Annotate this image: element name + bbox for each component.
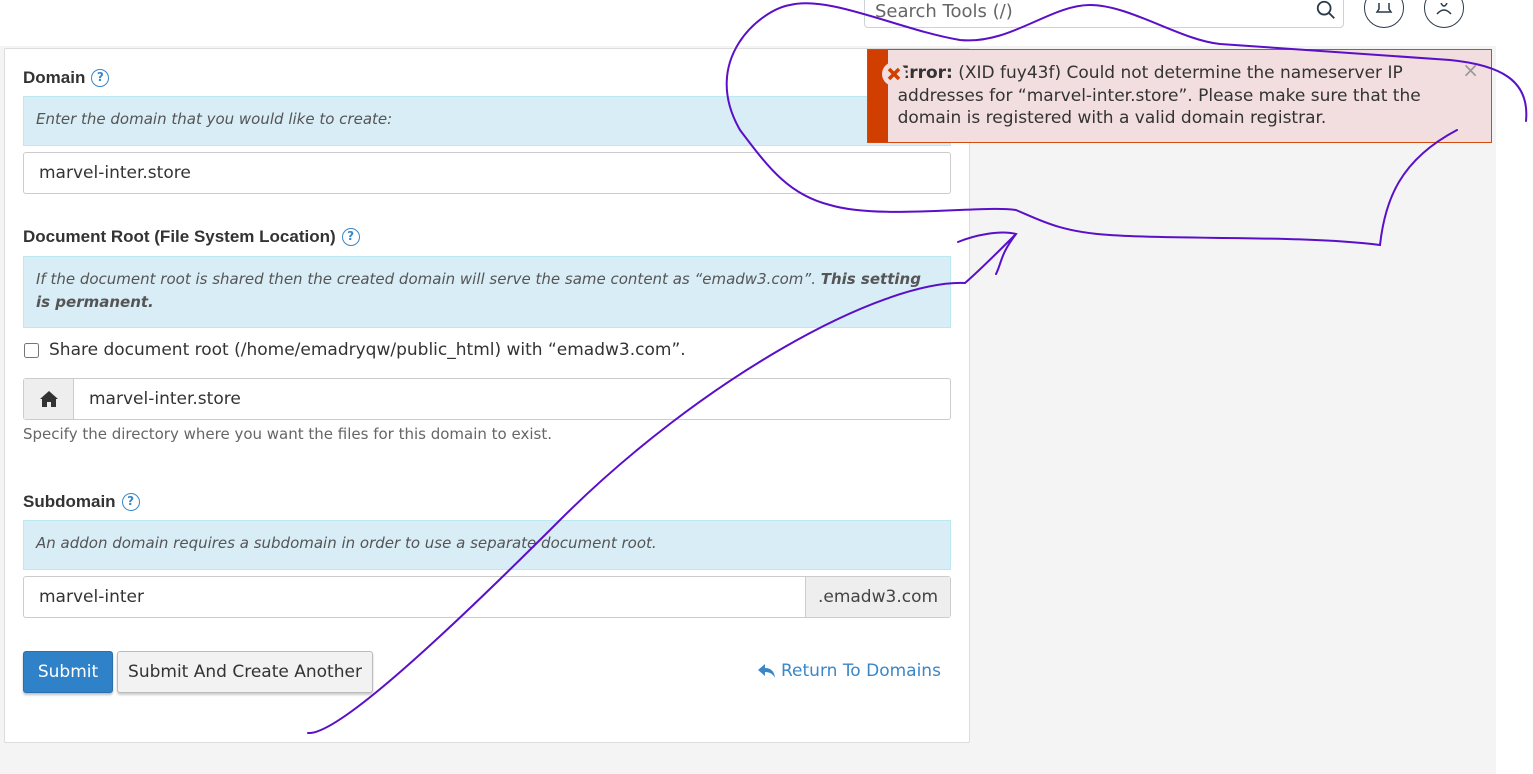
search-box[interactable] <box>864 0 1344 28</box>
domain-info-text: Enter the domain that you would like to … <box>36 110 393 128</box>
share-docroot-label: Share document root (/home/emadryqw/publ… <box>49 340 686 360</box>
share-docroot-row[interactable]: Share document root (/home/emadryqw/publ… <box>23 340 686 360</box>
docroot-info-text: If the document root is shared then the … <box>36 270 821 288</box>
error-message: Error: (XID fuy43f) Could not determine … <box>888 50 1491 142</box>
submit-button[interactable]: Submit <box>23 651 113 693</box>
domain-label: Domain ? <box>23 68 110 88</box>
subdomain-info-box: An addon domain requires a subdomain in … <box>23 520 951 570</box>
home-icon <box>39 391 58 407</box>
docroot-info-box: If the document root is shared then the … <box>23 256 951 328</box>
error-body: (XID fuy43f) Could not determine the nam… <box>897 63 1421 128</box>
reply-arrow-icon <box>758 664 775 678</box>
subdomain-input-group: .emadw3.com <box>23 576 951 618</box>
submit-and-create-another-button[interactable]: Submit And Create Another <box>117 651 373 693</box>
subdomain-input[interactable] <box>24 577 805 617</box>
user-icon <box>1436 3 1452 15</box>
docroot-help-icon[interactable]: ? <box>341 228 360 246</box>
search-icon[interactable] <box>1315 0 1337 21</box>
top-header <box>0 0 1533 46</box>
domain-help-icon[interactable]: ? <box>91 69 110 87</box>
return-to-domains-link[interactable]: Return To Domains <box>757 661 941 681</box>
error-icon-column <box>868 50 906 142</box>
error-alert: Error: (XID fuy43f) Could not determine … <box>867 49 1492 143</box>
notifications-button[interactable] <box>1364 0 1404 28</box>
bell-icon <box>1375 3 1393 13</box>
subdomain-suffix: .emadw3.com <box>805 577 950 617</box>
docroot-label-text: Document Root (File System Location) <box>23 227 336 246</box>
subdomain-help-icon[interactable]: ? <box>121 493 140 511</box>
subdomain-label-text: Subdomain <box>23 492 116 511</box>
docroot-input-group <box>23 378 951 420</box>
subdomain-label: Subdomain ? <box>23 492 140 512</box>
return-link-text: Return To Domains <box>781 661 941 681</box>
docroot-label: Document Root (File System Location) ? <box>23 227 360 247</box>
share-docroot-checkbox[interactable] <box>24 342 39 358</box>
docroot-help-text: Specify the directory where you want the… <box>23 425 552 443</box>
user-menu-button[interactable] <box>1424 0 1464 28</box>
domain-input[interactable] <box>23 152 951 194</box>
close-icon[interactable]: × <box>1462 60 1479 80</box>
domain-info-box: Enter the domain that you would like to … <box>23 96 951 146</box>
search-input[interactable] <box>875 0 1295 23</box>
subdomain-info-text: An addon domain requires a subdomain in … <box>36 534 657 552</box>
home-addon <box>24 379 74 419</box>
error-circle-icon <box>882 62 906 86</box>
domain-label-text: Domain <box>23 68 86 87</box>
docroot-input[interactable] <box>74 379 950 419</box>
